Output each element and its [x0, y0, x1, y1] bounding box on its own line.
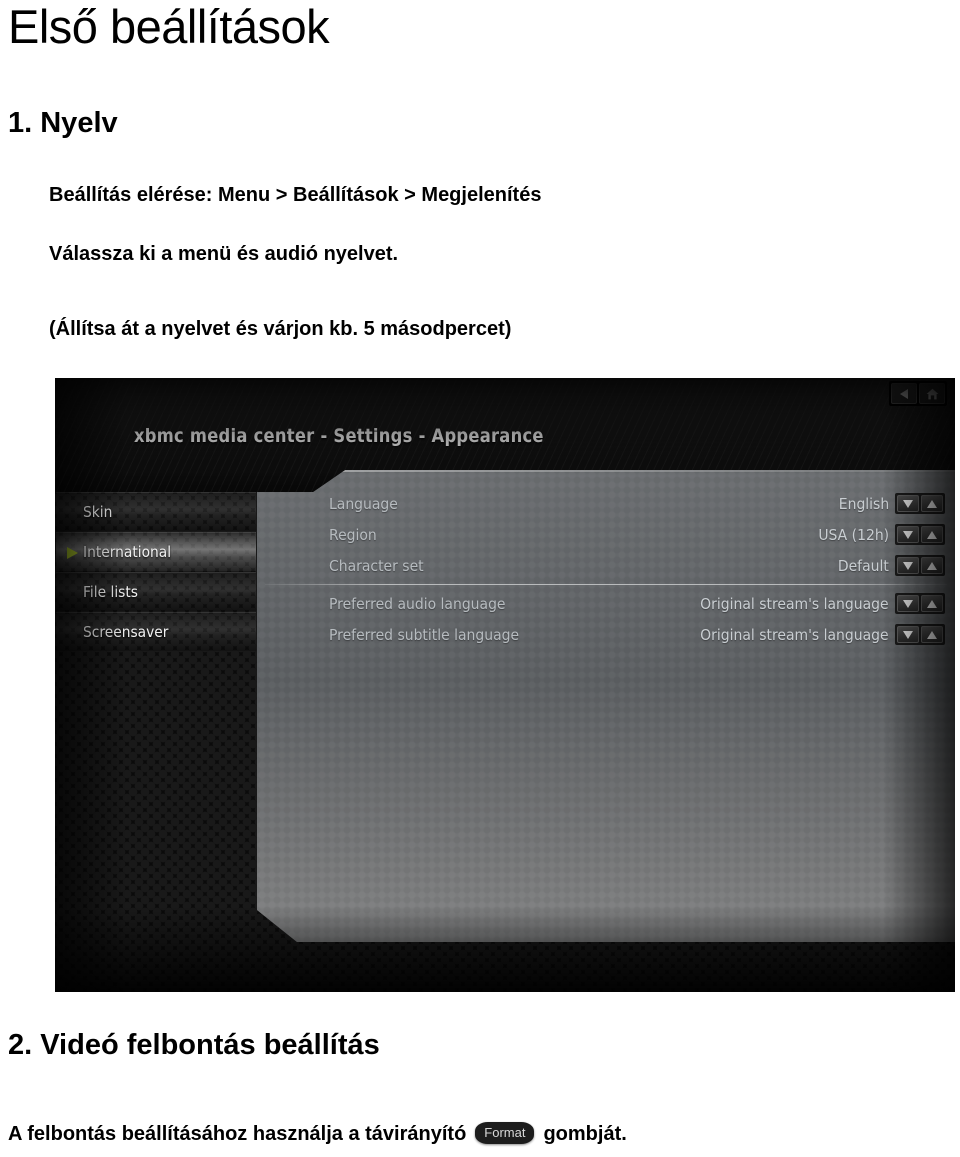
- settings-row-preferred-subtitle-language[interactable]: Preferred subtitle language Original str…: [257, 619, 955, 650]
- resolution-instruction: A felbontás beállításához használja a tá…: [8, 1121, 627, 1146]
- spinner-language[interactable]: [895, 493, 945, 514]
- settings-row-control[interactable]: English: [835, 493, 945, 514]
- sidebar-item-label: International: [83, 542, 172, 561]
- triangle-down-icon[interactable]: [897, 495, 919, 512]
- xbmc-settings-screenshot: Language English Region USA (12h) Charac…: [55, 378, 955, 992]
- settings-row-value: Default: [838, 556, 889, 575]
- instruction-wait-note: (Állítsa át a nyelvet és várjon kb. 5 má…: [49, 318, 512, 340]
- resolution-instruction-prefix: A felbontás beállításához használja a tá…: [8, 1123, 467, 1145]
- header-gloss: [55, 378, 955, 470]
- instruction-select-language: Válassza ki a menü és audió nyelvet.: [49, 243, 399, 265]
- section-heading-2: 2. Videó felbontás beállítás: [8, 1029, 380, 1061]
- settings-row-control[interactable]: Original stream's language: [686, 624, 945, 645]
- settings-group-divider: [265, 584, 947, 585]
- sidebar-item-screensaver[interactable]: Screensaver: [56, 612, 256, 651]
- settings-row-control[interactable]: USA (12h): [813, 524, 945, 545]
- settings-rows: Language English Region USA (12h) Charac…: [257, 488, 955, 650]
- spinner-character-set[interactable]: [895, 555, 945, 576]
- selection-arrow-icon: [66, 545, 79, 559]
- settings-row-value: Original stream's language: [700, 594, 889, 613]
- sidebar-item-file-lists[interactable]: File lists: [56, 572, 256, 611]
- settings-row-preferred-audio-language[interactable]: Preferred audio language Original stream…: [257, 588, 955, 619]
- sidebar-item-label: Skin: [83, 502, 113, 521]
- triangle-down-icon[interactable]: [897, 626, 919, 643]
- triangle-down-icon[interactable]: [897, 595, 919, 612]
- triangle-up-icon[interactable]: [921, 626, 943, 643]
- triangle-up-icon[interactable]: [921, 595, 943, 612]
- xbmc-window-title: xbmc media center - Settings - Appearanc…: [134, 425, 544, 447]
- section-heading-1: 1. Nyelv: [8, 107, 118, 139]
- settings-row-character-set[interactable]: Character set Default: [257, 550, 955, 581]
- sidebar-item-skin[interactable]: Skin: [56, 492, 256, 531]
- spinner-region[interactable]: [895, 524, 945, 545]
- format-remote-key: Format: [475, 1121, 535, 1144]
- settings-row-label: Region: [329, 525, 377, 544]
- settings-row-value: USA (12h): [818, 525, 889, 544]
- spinner-preferred-audio-language[interactable]: [895, 593, 945, 614]
- home-icon[interactable]: [919, 383, 945, 404]
- settings-row-control[interactable]: Default: [834, 555, 945, 576]
- xbmc-nav-buttons[interactable]: [889, 381, 947, 406]
- settings-path-text: Beállítás elérése: Menu > Beállítások > …: [49, 184, 542, 206]
- sidebar-item-label: Screensaver: [83, 622, 169, 641]
- settings-row-control[interactable]: Original stream's language: [686, 593, 945, 614]
- triangle-up-icon[interactable]: [921, 495, 943, 512]
- settings-row-label: Preferred subtitle language: [329, 625, 520, 644]
- panel-top-highlight: [257, 470, 955, 472]
- sidebar-item-label: File lists: [83, 582, 138, 601]
- settings-row-label: Character set: [329, 556, 424, 575]
- settings-row-region[interactable]: Region USA (12h): [257, 519, 955, 550]
- settings-row-value: Original stream's language: [700, 625, 889, 644]
- settings-row-label: Preferred audio language: [329, 594, 506, 613]
- settings-row-language[interactable]: Language English: [257, 488, 955, 519]
- triangle-up-icon[interactable]: [921, 557, 943, 574]
- resolution-instruction-suffix: gombját.: [543, 1123, 627, 1145]
- triangle-down-icon[interactable]: [897, 526, 919, 543]
- triangle-up-icon[interactable]: [921, 526, 943, 543]
- triangle-down-icon[interactable]: [897, 557, 919, 574]
- settings-row-value: English: [838, 494, 889, 513]
- back-arrow-icon[interactable]: [891, 383, 917, 404]
- sidebar-item-international[interactable]: International: [56, 532, 256, 571]
- xbmc-category-sidebar[interactable]: Skin International File lists Screensave…: [56, 492, 256, 712]
- spinner-preferred-subtitle-language[interactable]: [895, 624, 945, 645]
- settings-row-label: Language: [329, 494, 398, 513]
- page-title: Első beállítások: [8, 0, 330, 53]
- xbmc-settings-panel: Language English Region USA (12h) Charac…: [257, 470, 955, 942]
